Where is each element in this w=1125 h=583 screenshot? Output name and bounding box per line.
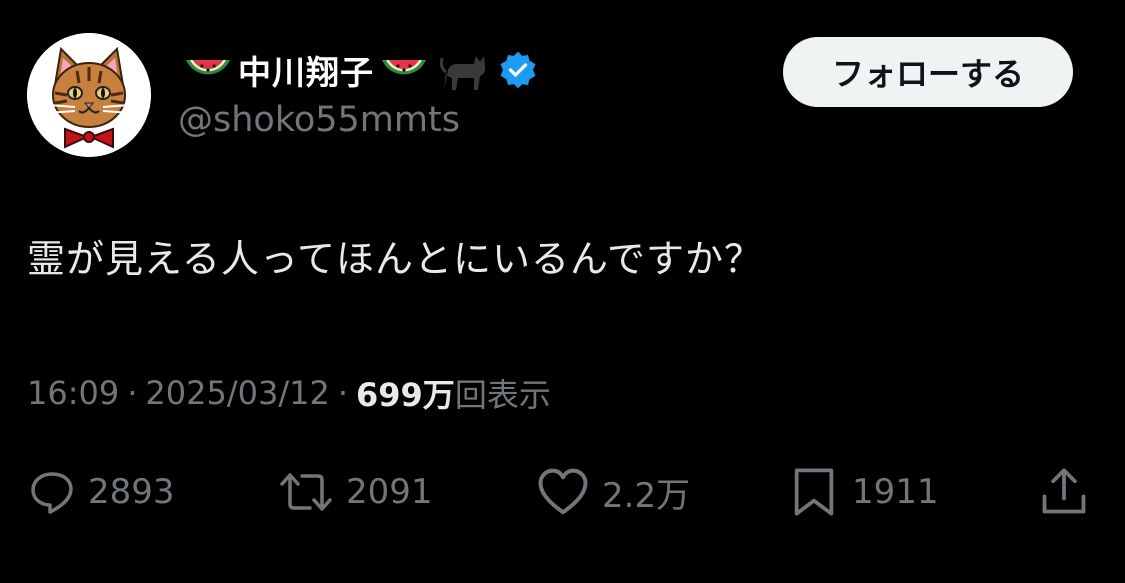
tweet-text: 霊が見える人ってほんとにいるんですか？ bbox=[27, 237, 764, 281]
bookmark-icon bbox=[794, 468, 834, 516]
meta-separator: · bbox=[337, 374, 348, 412]
reply-count: 2893 bbox=[88, 472, 175, 512]
tweet-time[interactable]: 16:09 bbox=[27, 374, 119, 412]
retweet-count: 2091 bbox=[346, 472, 433, 512]
tweet-meta: 16:09 · 2025/03/12 · 699万 回表示 bbox=[27, 370, 551, 416]
like-button[interactable]: 2.2万 bbox=[536, 460, 690, 524]
follow-button[interactable]: フォローする bbox=[783, 37, 1073, 107]
view-count: 699万 bbox=[356, 376, 455, 414]
meta-separator: · bbox=[127, 374, 138, 412]
cat-avatar-icon bbox=[27, 33, 151, 157]
reply-button[interactable]: 2893 bbox=[28, 460, 175, 524]
watermelon-icon bbox=[186, 60, 230, 75]
avatar[interactable] bbox=[27, 33, 151, 157]
user-handle[interactable]: @shoko55mmts bbox=[178, 100, 460, 140]
user-display-name: 中川翔子 bbox=[238, 53, 374, 92]
watermelon-icon bbox=[382, 60, 426, 75]
like-count: 2.2万 bbox=[602, 475, 691, 516]
reply-icon bbox=[31, 472, 73, 514]
verified-badge-icon bbox=[500, 51, 536, 89]
bookmark-count: 1911 bbox=[852, 472, 939, 512]
user-name-row[interactable]: 中川翔子 bbox=[178, 44, 542, 96]
bookmark-button[interactable]: 1911 bbox=[788, 460, 939, 524]
retweet-button[interactable]: 2091 bbox=[278, 460, 433, 524]
heart-icon bbox=[538, 468, 588, 515]
black-cat-icon bbox=[440, 56, 486, 90]
share-icon bbox=[1042, 468, 1086, 514]
retweet-icon bbox=[280, 473, 332, 511]
action-bar: 2893 2091 2.2万 1911 bbox=[0, 460, 1125, 524]
share-button[interactable] bbox=[1038, 460, 1102, 524]
view-count-label: 回表示 bbox=[454, 376, 551, 414]
tweet-date[interactable]: 2025/03/12 bbox=[145, 374, 329, 412]
